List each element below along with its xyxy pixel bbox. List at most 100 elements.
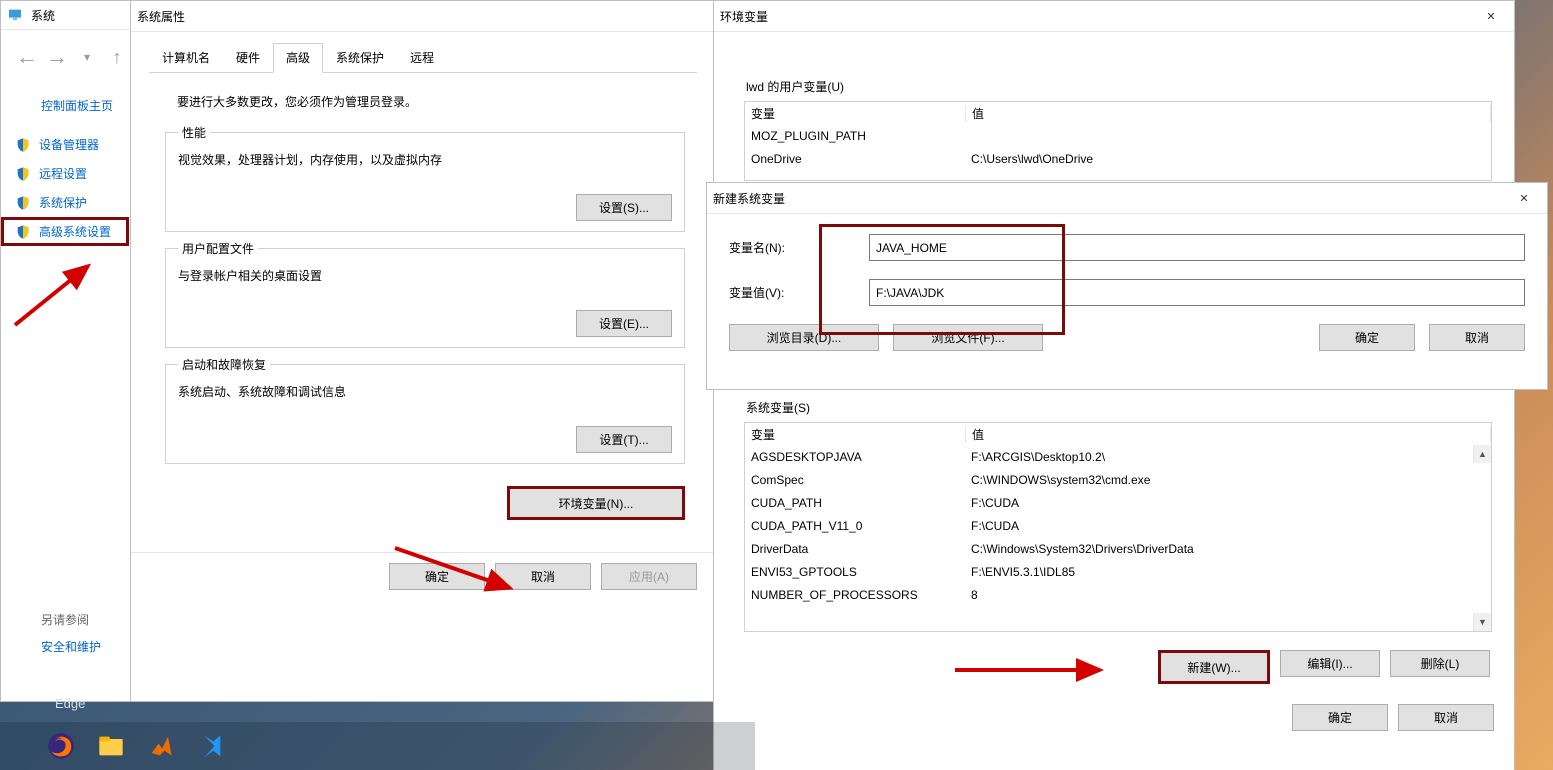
vscode-icon[interactable] xyxy=(190,725,232,767)
computer-icon xyxy=(7,7,23,23)
scroll-up-icon[interactable]: ▲ xyxy=(1473,445,1491,463)
tab-computer-name[interactable]: 计算机名 xyxy=(149,43,223,73)
taskbar xyxy=(0,722,755,770)
var-name-input[interactable] xyxy=(869,234,1525,261)
scroll-down-icon[interactable]: ▼ xyxy=(1473,613,1491,631)
sysprop-apply-button[interactable]: 应用(A) xyxy=(601,563,697,590)
security-maint-link[interactable]: 安全和维护 xyxy=(41,638,101,655)
user-vars-label: lwd 的用户变量(U) xyxy=(746,78,1492,95)
var-name-row: 变量名(N): xyxy=(729,234,1525,261)
env-cancel-button[interactable]: 取消 xyxy=(1398,704,1494,731)
sysprop-ok-button[interactable]: 确定 xyxy=(389,563,485,590)
env-vars-button[interactable]: 环境变量(N)... xyxy=(507,486,685,520)
system-properties-dialog: 系统属性 计算机名 硬件 高级 系统保护 远程 要进行大多数更改，您必须作为管理… xyxy=(130,0,714,702)
shield-icon xyxy=(15,224,31,240)
user-vars-list[interactable]: MOZ_PLUGIN_PATH OneDriveC:\Users\lwd\One… xyxy=(744,124,1492,181)
table-row: CUDA_PATH_V11_0F:\CUDA xyxy=(745,514,1491,537)
also-see: 另请参阅 安全和维护 xyxy=(41,611,101,655)
profile-legend: 用户配置文件 xyxy=(178,240,258,257)
env-bottom: 确定 取消 xyxy=(714,692,1514,743)
table-row: ENVI53_GPTOOLSF:\ENVI5.3.1\IDL85 xyxy=(745,560,1491,583)
tab-hardware[interactable]: 硬件 xyxy=(223,43,273,73)
shield-icon xyxy=(15,137,31,153)
env-title: 环境变量 xyxy=(720,8,768,25)
sidebar-item-remote[interactable]: 远程设置 xyxy=(1,159,129,188)
sysprop-titlebar[interactable]: 系统属性 xyxy=(131,1,713,32)
sys-delete-button[interactable]: 删除(L) xyxy=(1390,650,1490,677)
sysprop-cancel-button[interactable]: 取消 xyxy=(495,563,591,590)
env-ok-button[interactable]: 确定 xyxy=(1292,704,1388,731)
sysprop-title: 系统属性 xyxy=(137,8,185,25)
table-row: CUDA_PATHF:\CUDA xyxy=(745,491,1491,514)
matlab-icon[interactable] xyxy=(140,725,182,767)
sys-vars-label: 系统变量(S) xyxy=(746,399,1492,416)
sys-edit-button[interactable]: 编辑(I)... xyxy=(1280,650,1380,677)
nav-up-icon[interactable]: ↑ xyxy=(109,49,125,65)
table-row: NUMBER_OF_PROCESSORS8 xyxy=(745,583,1491,606)
perf-settings-button[interactable]: 设置(S)... xyxy=(576,194,672,221)
var-value-row: 变量值(V): xyxy=(729,279,1525,306)
nav-dropdown-icon[interactable]: ▾ xyxy=(79,49,95,65)
sysprop-tabs: 计算机名 硬件 高级 系统保护 远程 xyxy=(149,44,697,73)
admin-note: 要进行大多数更改，您必须作为管理员登录。 xyxy=(177,93,685,110)
table-row: OneDriveC:\Users\lwd\OneDrive xyxy=(745,147,1491,170)
new-sys-var-dialog: 新建系统变量 变量名(N): 变量值(V): 浏览目录(D)... 浏览文件(F… xyxy=(706,182,1548,390)
firefox-icon[interactable] xyxy=(40,725,82,767)
shield-icon xyxy=(15,166,31,182)
profile-group: 用户配置文件 与登录帐户相关的桌面设置 设置(E)... xyxy=(165,240,685,348)
profile-desc: 与登录帐户相关的桌面设置 xyxy=(178,267,672,284)
sys-list-header: 变量 值 xyxy=(744,422,1492,445)
close-icon[interactable] xyxy=(1501,183,1547,213)
sys-vars-list[interactable]: AGSDESKTOPJAVAF:\ARCGIS\Desktop10.2\ Com… xyxy=(744,445,1492,632)
var-name-label: 变量名(N): xyxy=(729,239,869,256)
sys-new-button[interactable]: 新建(W)... xyxy=(1158,650,1270,684)
table-row: AGSDESKTOPJAVAF:\ARCGIS\Desktop10.2\ xyxy=(745,445,1491,468)
col-val[interactable]: 值 xyxy=(966,426,1491,443)
nav-back-icon[interactable]: ← xyxy=(19,49,35,65)
tab-advanced[interactable]: 高级 xyxy=(273,43,323,73)
sidebar-item-device-manager[interactable]: 设备管理器 xyxy=(1,130,129,159)
tab-protection[interactable]: 系统保护 xyxy=(323,43,397,73)
sidebar-item-label: 远程设置 xyxy=(39,165,87,182)
file-explorer-icon[interactable] xyxy=(90,725,132,767)
startup-legend: 启动和故障恢复 xyxy=(178,356,270,373)
sysprop-bottom: 确定 取消 应用(A) xyxy=(131,552,713,602)
sys-vars-buttons: 新建(W)... 编辑(I)... 删除(L) xyxy=(744,650,1490,684)
col-var[interactable]: 变量 xyxy=(745,426,966,443)
system-sidebar: 控制面板主页 设备管理器 远程设置 系统保护 高级系统设置 xyxy=(1,97,129,246)
newvar-ok-button[interactable]: 确定 xyxy=(1319,324,1415,351)
table-row: MOZ_PLUGIN_PATH xyxy=(745,124,1491,147)
user-list-header: 变量 值 xyxy=(744,101,1492,124)
sidebar-item-advanced[interactable]: 高级系统设置 xyxy=(1,217,129,246)
col-val[interactable]: 值 xyxy=(966,105,1491,122)
perf-group: 性能 视觉效果，处理器计划，内存使用，以及虚拟内存 设置(S)... xyxy=(165,124,685,232)
newvar-cancel-button[interactable]: 取消 xyxy=(1429,324,1525,351)
newvar-title: 新建系统变量 xyxy=(713,190,785,207)
system-title: 系统 xyxy=(31,7,55,24)
desktop-icon-label: Edge xyxy=(55,696,85,711)
tab-remote[interactable]: 远程 xyxy=(397,43,447,73)
shield-icon xyxy=(15,195,31,211)
env-titlebar[interactable]: 环境变量 xyxy=(714,1,1514,32)
var-value-label: 变量值(V): xyxy=(729,284,869,301)
close-icon[interactable] xyxy=(1468,1,1514,31)
profile-settings-button[interactable]: 设置(E)... xyxy=(576,310,672,337)
table-row: ComSpecC:\WINDOWS\system32\cmd.exe xyxy=(745,468,1491,491)
browse-file-button[interactable]: 浏览文件(F)... xyxy=(893,324,1043,351)
sidebar-item-protection[interactable]: 系统保护 xyxy=(1,188,129,217)
sidebar-item-label: 系统保护 xyxy=(39,194,87,211)
newvar-titlebar[interactable]: 新建系统变量 xyxy=(707,183,1547,214)
table-row: DriverDataC:\Windows\System32\Drivers\Dr… xyxy=(745,537,1491,560)
perf-legend: 性能 xyxy=(178,124,210,141)
control-panel-home-link[interactable]: 控制面板主页 xyxy=(41,97,129,114)
sysprop-panel: 要进行大多数更改，您必须作为管理员登录。 性能 视觉效果，处理器计划，内存使用，… xyxy=(147,73,697,528)
sidebar-item-label: 高级系统设置 xyxy=(39,223,111,240)
startup-settings-button[interactable]: 设置(T)... xyxy=(576,426,672,453)
browse-dir-button[interactable]: 浏览目录(D)... xyxy=(729,324,879,351)
sidebar-item-label: 设备管理器 xyxy=(39,136,99,153)
var-value-input[interactable] xyxy=(869,279,1525,306)
col-var[interactable]: 变量 xyxy=(745,105,966,122)
nav-fwd-icon[interactable]: → xyxy=(49,49,65,65)
also-see-header: 另请参阅 xyxy=(41,611,101,628)
perf-desc: 视觉效果，处理器计划，内存使用，以及虚拟内存 xyxy=(178,151,672,168)
